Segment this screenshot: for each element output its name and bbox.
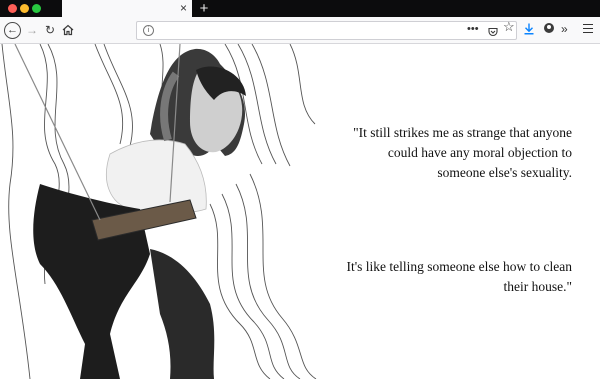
bookmark-star-icon[interactable]: ☆ — [503, 19, 515, 35]
quote-part-2: It's like telling someone else how to cl… — [346, 259, 573, 294]
account-icon[interactable] — [544, 23, 554, 33]
page-actions-icon[interactable]: ••• — [467, 17, 479, 43]
window-titlebar: × + — [0, 0, 600, 17]
minimize-window-button[interactable] — [20, 4, 29, 13]
menu-icon[interactable] — [583, 24, 593, 33]
reload-icon[interactable]: ↻ — [43, 17, 57, 43]
download-icon[interactable] — [524, 22, 534, 35]
close-window-button[interactable] — [8, 4, 17, 13]
info-icon[interactable]: i — [143, 25, 154, 36]
hero-illustration — [1, 44, 317, 379]
page-content: "It still strikes me as strange that any… — [0, 44, 600, 379]
url-bar[interactable]: i — [136, 21, 517, 40]
forward-icon[interactable]: → — [25, 17, 39, 43]
back-button[interactable]: ← — [3, 17, 22, 43]
quote-part-1: "It still strikes me as strange that any… — [353, 125, 572, 180]
home-icon[interactable] — [61, 17, 75, 43]
zoom-window-button[interactable] — [32, 4, 41, 13]
browser-tab[interactable]: × — [62, 0, 192, 17]
tab-close-icon[interactable]: × — [180, 1, 187, 15]
new-tab-button[interactable]: + — [197, 0, 211, 17]
overflow-icon[interactable]: » — [561, 17, 568, 43]
pocket-icon[interactable] — [488, 24, 498, 37]
back-icon: ← — [4, 21, 21, 39]
